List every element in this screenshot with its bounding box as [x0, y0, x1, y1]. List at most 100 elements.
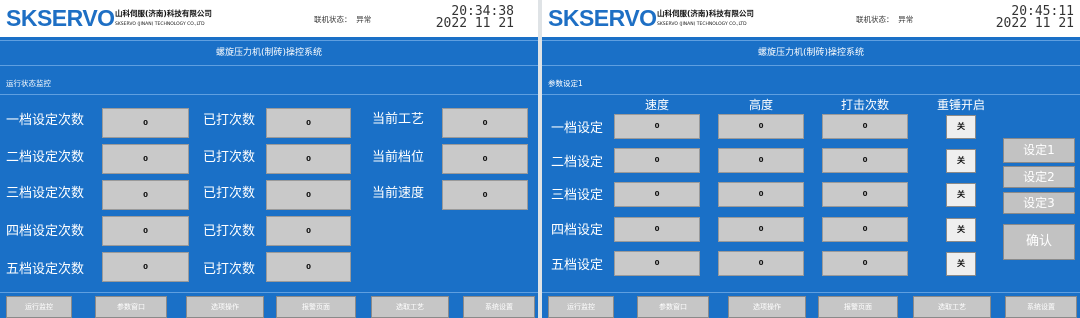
- setting-3-button[interactable]: 设定3: [1003, 192, 1075, 214]
- current-process-field: 0: [442, 108, 528, 138]
- header-bar: SKSERVO 山科伺服(济南)科技有限公司 SKSERVO (JINAN) T…: [542, 0, 1080, 37]
- col-header-height: 高度: [748, 98, 773, 112]
- gear3-height-field[interactable]: 0: [718, 182, 804, 207]
- col-header-speed: 速度: [644, 98, 669, 112]
- confirm-button[interactable]: 确认: [1003, 224, 1075, 260]
- nav-select-process-button[interactable]: 选取工艺: [371, 296, 449, 318]
- gear4-setting-label: 四档设定: [551, 223, 604, 238]
- nav-system-settings-button[interactable]: 系统设置: [1005, 296, 1077, 318]
- gear1-speed-field[interactable]: 0: [614, 114, 700, 139]
- current-speed-label: 当前速度: [372, 186, 425, 201]
- brand-logo: SKSERVO: [548, 5, 657, 31]
- gear5-set-count-label: 五档设定次数: [6, 262, 85, 277]
- setting-1-button[interactable]: 设定1: [1003, 138, 1075, 163]
- nav-divider: [0, 292, 538, 293]
- gear1-hammer-toggle[interactable]: 关: [946, 115, 976, 139]
- left-hmi-screen: SKSERVO 山科伺服(济南)科技有限公司 SKSERVO (JINAN) T…: [0, 0, 538, 318]
- connection-status-value: 异常: [898, 15, 914, 24]
- gear3-setting-label: 三档设定: [551, 188, 604, 203]
- gear3-hit-count-label: 已打次数: [203, 186, 256, 201]
- nav-select-process-button[interactable]: 选取工艺: [913, 296, 991, 318]
- nav-system-settings-button[interactable]: 系统设置: [463, 296, 535, 318]
- gear5-height-field[interactable]: 0: [718, 251, 804, 276]
- gear5-setting-label: 五档设定: [551, 258, 604, 273]
- company-name: 山科伺服(济南)科技有限公司 SKSERVO (JINAN) TECHNOLOG…: [657, 9, 754, 30]
- nav-param-window-button[interactable]: 参数窗口: [637, 296, 709, 318]
- system-title: 螺旋压力机(制砖)操控系统: [542, 40, 1080, 66]
- connection-status: 联机状态： 异常: [314, 14, 371, 25]
- connection-status-label: 联机状态：: [314, 15, 352, 24]
- current-gear-label: 当前档位: [372, 150, 425, 165]
- nav-alarm-button[interactable]: 报警页面: [276, 296, 356, 318]
- gear5-hit-count-label: 已打次数: [203, 262, 256, 277]
- connection-status-label: 联机状态：: [856, 15, 894, 24]
- gear5-speed-field[interactable]: 0: [614, 251, 700, 276]
- clock-date: 2022 11 21: [995, 16, 1074, 31]
- gear2-height-field[interactable]: 0: [718, 148, 804, 173]
- right-hmi-screen: SKSERVO 山科伺服(济南)科技有限公司 SKSERVO (JINAN) T…: [542, 0, 1080, 318]
- gear5-hits-field[interactable]: 0: [822, 251, 908, 276]
- gear1-hit-count-label: 已打次数: [203, 113, 256, 128]
- gear3-speed-field[interactable]: 0: [614, 182, 700, 207]
- nav-divider: [542, 292, 1080, 293]
- current-process-label: 当前工艺: [372, 112, 425, 127]
- gear3-set-count-field[interactable]: 0: [102, 180, 189, 210]
- company-name: 山科伺服(济南)科技有限公司 SKSERVO (JINAN) TECHNOLOG…: [115, 9, 212, 30]
- setting-2-button[interactable]: 设定2: [1003, 166, 1075, 188]
- gear1-hits-field[interactable]: 0: [822, 114, 908, 139]
- gear2-setting-label: 二档设定: [551, 155, 604, 170]
- clock: 20:45:11 2022 11 21: [995, 5, 1074, 31]
- gear2-hit-count-field: 0: [266, 144, 351, 174]
- gear2-set-count-field[interactable]: 0: [102, 144, 189, 174]
- gear4-hits-field[interactable]: 0: [822, 217, 908, 242]
- gear3-set-count-label: 三档设定次数: [6, 186, 85, 201]
- page-title: 参数设定1: [548, 79, 583, 88]
- nav-options-button[interactable]: 选项操作: [186, 296, 264, 318]
- clock: 20:34:38 2022 11 21: [435, 5, 514, 31]
- gear4-hit-count-label: 已打次数: [203, 224, 256, 239]
- gear3-hits-field[interactable]: 0: [822, 182, 908, 207]
- brand-logo: SKSERVO: [6, 5, 115, 31]
- current-speed-field: 0: [442, 180, 528, 210]
- gear3-hammer-toggle[interactable]: 关: [946, 183, 976, 207]
- connection-status-value: 异常: [356, 15, 372, 24]
- gear4-hammer-toggle[interactable]: 关: [946, 218, 976, 242]
- gear4-hit-count-field: 0: [266, 216, 351, 246]
- nav-param-window-button[interactable]: 参数窗口: [95, 296, 167, 318]
- gear1-set-count-field[interactable]: 0: [102, 108, 189, 138]
- clock-date: 2022 11 21: [435, 16, 514, 31]
- gear4-set-count-field[interactable]: 0: [102, 216, 189, 246]
- gear1-hit-count-field: 0: [266, 108, 351, 138]
- gear5-set-count-field[interactable]: 0: [102, 252, 189, 282]
- gear5-hit-count-field: 0: [266, 252, 351, 282]
- col-header-hammer: 重锤开启: [936, 98, 985, 112]
- gear4-height-field[interactable]: 0: [718, 217, 804, 242]
- divider: [0, 94, 538, 95]
- gear2-set-count-label: 二档设定次数: [6, 150, 85, 165]
- nav-alarm-button[interactable]: 报警页面: [818, 296, 898, 318]
- gear2-hits-field[interactable]: 0: [822, 148, 908, 173]
- col-header-hits: 打击次数: [840, 98, 889, 112]
- gear1-height-field[interactable]: 0: [718, 114, 804, 139]
- gear1-setting-label: 一档设定: [551, 121, 604, 136]
- gear5-hammer-toggle[interactable]: 关: [946, 252, 976, 276]
- company-name-en: SKSERVO (JINAN) TECHNOLOGY CO.,LTD: [115, 22, 205, 27]
- gear2-hammer-toggle[interactable]: 关: [946, 149, 976, 173]
- gear1-set-count-label: 一档设定次数: [6, 113, 85, 128]
- nav-options-button[interactable]: 选项操作: [728, 296, 806, 318]
- gear2-speed-field[interactable]: 0: [614, 148, 700, 173]
- divider: [542, 94, 1080, 95]
- gear2-hit-count-label: 已打次数: [203, 150, 256, 165]
- nav-run-monitor-button[interactable]: 运行监控: [6, 296, 72, 318]
- current-gear-field: 0: [442, 144, 528, 174]
- company-name-en: SKSERVO (JINAN) TECHNOLOGY CO.,LTD: [657, 22, 747, 27]
- company-name-cn: 山科伺服(济南)科技有限公司: [657, 9, 754, 18]
- gear4-set-count-label: 四档设定次数: [6, 224, 85, 239]
- system-title: 螺旋压力机(制砖)操控系统: [0, 40, 538, 66]
- nav-run-monitor-button[interactable]: 运行监控: [548, 296, 614, 318]
- gear4-speed-field[interactable]: 0: [614, 217, 700, 242]
- gear3-hit-count-field: 0: [266, 180, 351, 210]
- connection-status: 联机状态： 异常: [856, 14, 913, 25]
- company-name-cn: 山科伺服(济南)科技有限公司: [115, 9, 212, 18]
- header-bar: SKSERVO 山科伺服(济南)科技有限公司 SKSERVO (JINAN) T…: [0, 0, 538, 37]
